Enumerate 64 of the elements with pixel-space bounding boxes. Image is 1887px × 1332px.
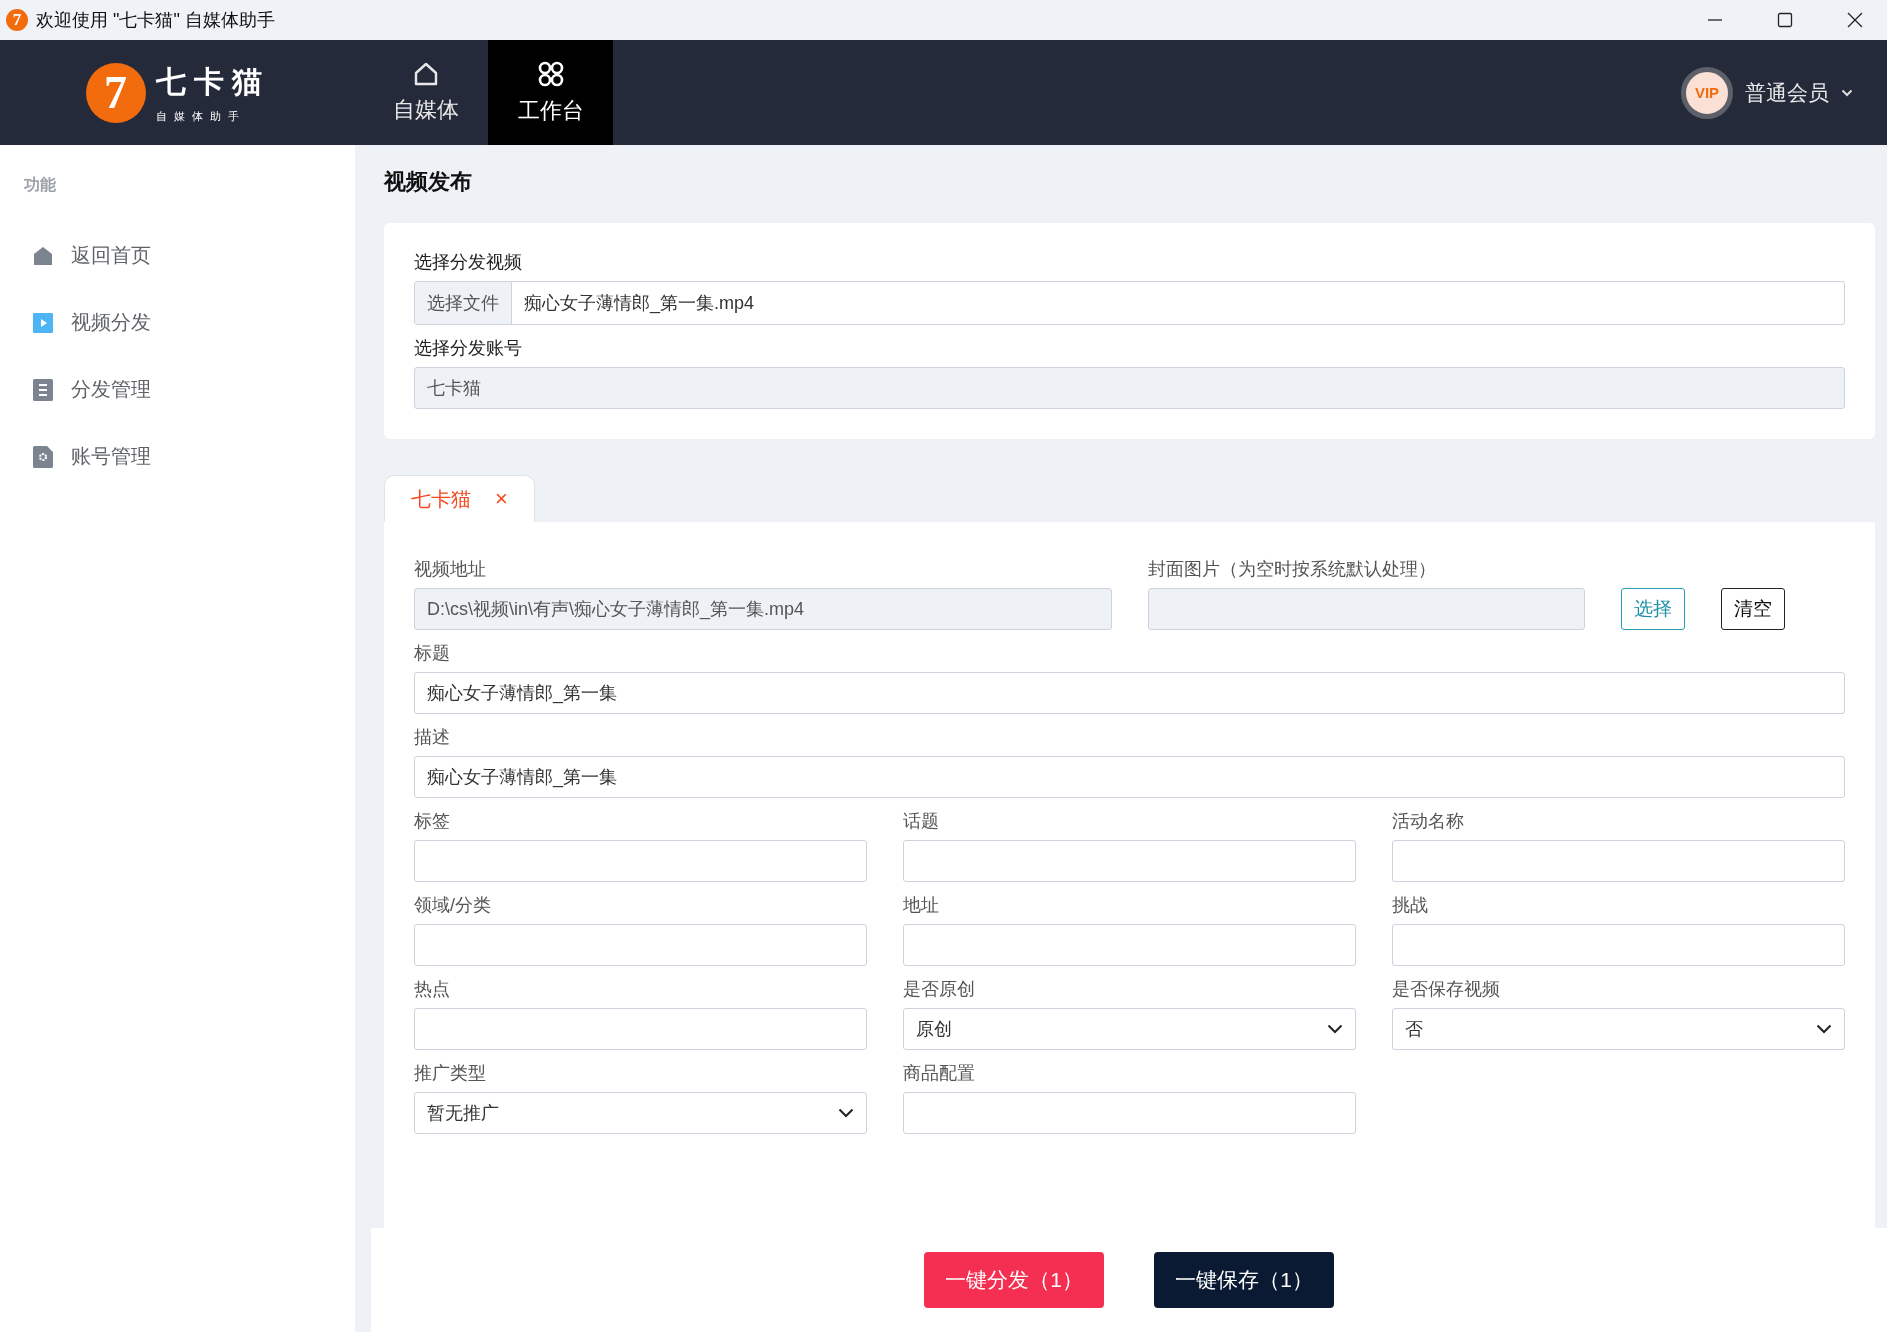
text-field[interactable] (414, 1008, 867, 1050)
page-title: 视频发布 (384, 168, 473, 196)
chevron-down-icon (1816, 1024, 1832, 1034)
cover-button[interactable]: 选择 (1621, 588, 1685, 630)
field-label: 标题 (414, 642, 451, 665)
text-field[interactable] (903, 840, 1356, 882)
window-title: 欢迎使用 "七卡猫" 自媒体助手 (36, 9, 275, 32)
logo-icon: 7 (85, 62, 146, 123)
text-field[interactable] (903, 924, 1356, 966)
membership-label[interactable]: 普通会员 (1745, 78, 1829, 107)
field-label: 热点 (414, 978, 451, 1001)
sidebar-item[interactable]: 账号管理 (0, 423, 355, 490)
text-field[interactable] (1392, 924, 1845, 966)
field-label: 话题 (903, 810, 940, 833)
sidebar-item[interactable]: 返回首页 (0, 222, 355, 289)
chevron-down-icon (838, 1108, 854, 1118)
field-label: 描述 (414, 726, 451, 749)
vip-avatar-icon: VIP (1681, 66, 1733, 119)
play-icon (33, 312, 53, 333)
grid-icon (536, 59, 565, 88)
select-field[interactable]: 否 (1392, 1008, 1845, 1050)
select-field[interactable]: 原创 (903, 1008, 1356, 1050)
nav-tab[interactable]: 自媒体 (363, 40, 488, 145)
action-button[interactable]: 一键保存（1） (1154, 1252, 1334, 1308)
close-icon[interactable] (1847, 12, 1863, 28)
field-label: 商品配置 (903, 1062, 976, 1085)
text-field[interactable] (1392, 840, 1845, 882)
field-label: 挑战 (1392, 894, 1429, 917)
sidebar-item[interactable]: 分发管理 (0, 356, 355, 423)
text-field[interactable]: 痴心女子薄情郎_第一集 (414, 756, 1845, 798)
nav-tab[interactable]: 工作台 (488, 40, 613, 145)
field-label: 是否原创 (903, 978, 976, 1001)
account-tab[interactable]: 七卡猫 × (384, 475, 535, 522)
close-icon[interactable]: × (495, 486, 508, 512)
maximize-icon[interactable] (1777, 12, 1793, 28)
sidebar-item[interactable]: 视频分发 (0, 289, 355, 356)
text-field[interactable] (414, 840, 867, 882)
settings-icon (33, 445, 53, 468)
logo-name: 七卡猫 (155, 63, 270, 100)
field-label: 选择分发视频 (414, 251, 523, 274)
chevron-down-icon[interactable] (1841, 88, 1853, 97)
text-field[interactable] (414, 924, 867, 966)
home-icon (33, 245, 53, 266)
field-label: 领域/分类 (414, 894, 492, 917)
text-field[interactable]: 痴心女子薄情郎_第一集 (414, 672, 1845, 714)
field-label: 推广类型 (414, 1062, 487, 1085)
sidebar-section-title: 功能 (23, 175, 57, 195)
app-logo-icon: 7 (6, 9, 28, 31)
field-label: 封面图片（为空时按系统默认处理） (1147, 558, 1437, 581)
logo-subtitle: 自 媒 体 助 手 (155, 108, 242, 124)
document-icon (33, 378, 53, 401)
field-label: 标签 (414, 810, 451, 833)
text-field[interactable] (903, 1092, 1356, 1134)
cover-button[interactable]: 清空 (1721, 588, 1785, 630)
field-label: 视频地址 (414, 558, 487, 581)
home-icon (412, 60, 439, 87)
field-label: 选择分发账号 (414, 337, 523, 360)
field-label: 地址 (903, 894, 940, 917)
select-field[interactable]: 暂无推广 (414, 1092, 867, 1134)
action-button[interactable]: 一键分发（1） (924, 1252, 1104, 1308)
field-label: 活动名称 (1392, 810, 1465, 833)
file-field[interactable]: 选择文件 痴心女子薄情郎_第一集.mp4 (414, 281, 1845, 325)
chevron-down-icon (1327, 1024, 1343, 1034)
field-label: 是否保存视频 (1392, 978, 1501, 1001)
